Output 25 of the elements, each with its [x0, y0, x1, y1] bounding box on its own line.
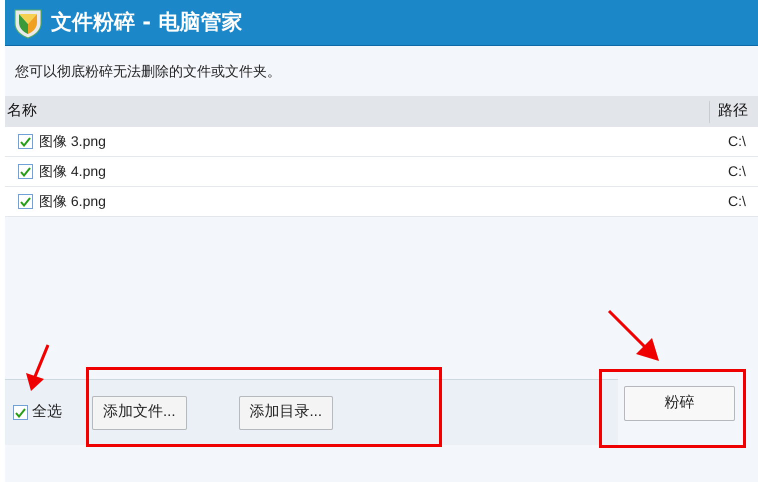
add-file-button[interactable]: 添加文件... — [92, 396, 187, 430]
window-title: 文件粉碎 - 电脑管家 — [51, 8, 242, 36]
add-folder-button[interactable]: 添加目录... — [238, 396, 334, 430]
checkmark-icon — [15, 408, 26, 418]
path-cell-text: C:\ — [728, 162, 747, 181]
checkmark-icon — [20, 196, 31, 206]
annotation-arrow — [606, 308, 662, 364]
file-name-cell-text: 图像 6.png — [39, 192, 107, 211]
column-header: 路径 — [717, 101, 749, 122]
file-name-cell-text: 图像 3.png — [39, 132, 107, 151]
annotation-arrow — [24, 343, 52, 393]
path-cell-text: C:\ — [728, 132, 747, 151]
checkbox[interactable] — [18, 134, 33, 149]
column-header: 名称 — [6, 101, 38, 122]
checkmark-icon — [20, 136, 31, 146]
select-all-label: 全选 — [32, 402, 62, 422]
path-cell-text: C:\ — [728, 192, 747, 211]
shield-logo-icon — [13, 6, 43, 38]
checkbox[interactable] — [18, 164, 33, 179]
checkbox[interactable] — [18, 194, 33, 209]
description-text: 您可以彻底粉碎无法删除的文件或文件夹。 — [15, 62, 281, 80]
file-name-cell-text: 图像 4.png — [39, 162, 107, 181]
checkbox[interactable] — [13, 405, 28, 420]
checkmark-icon — [20, 166, 31, 176]
shred-button[interactable]: 粉碎 — [624, 386, 735, 421]
